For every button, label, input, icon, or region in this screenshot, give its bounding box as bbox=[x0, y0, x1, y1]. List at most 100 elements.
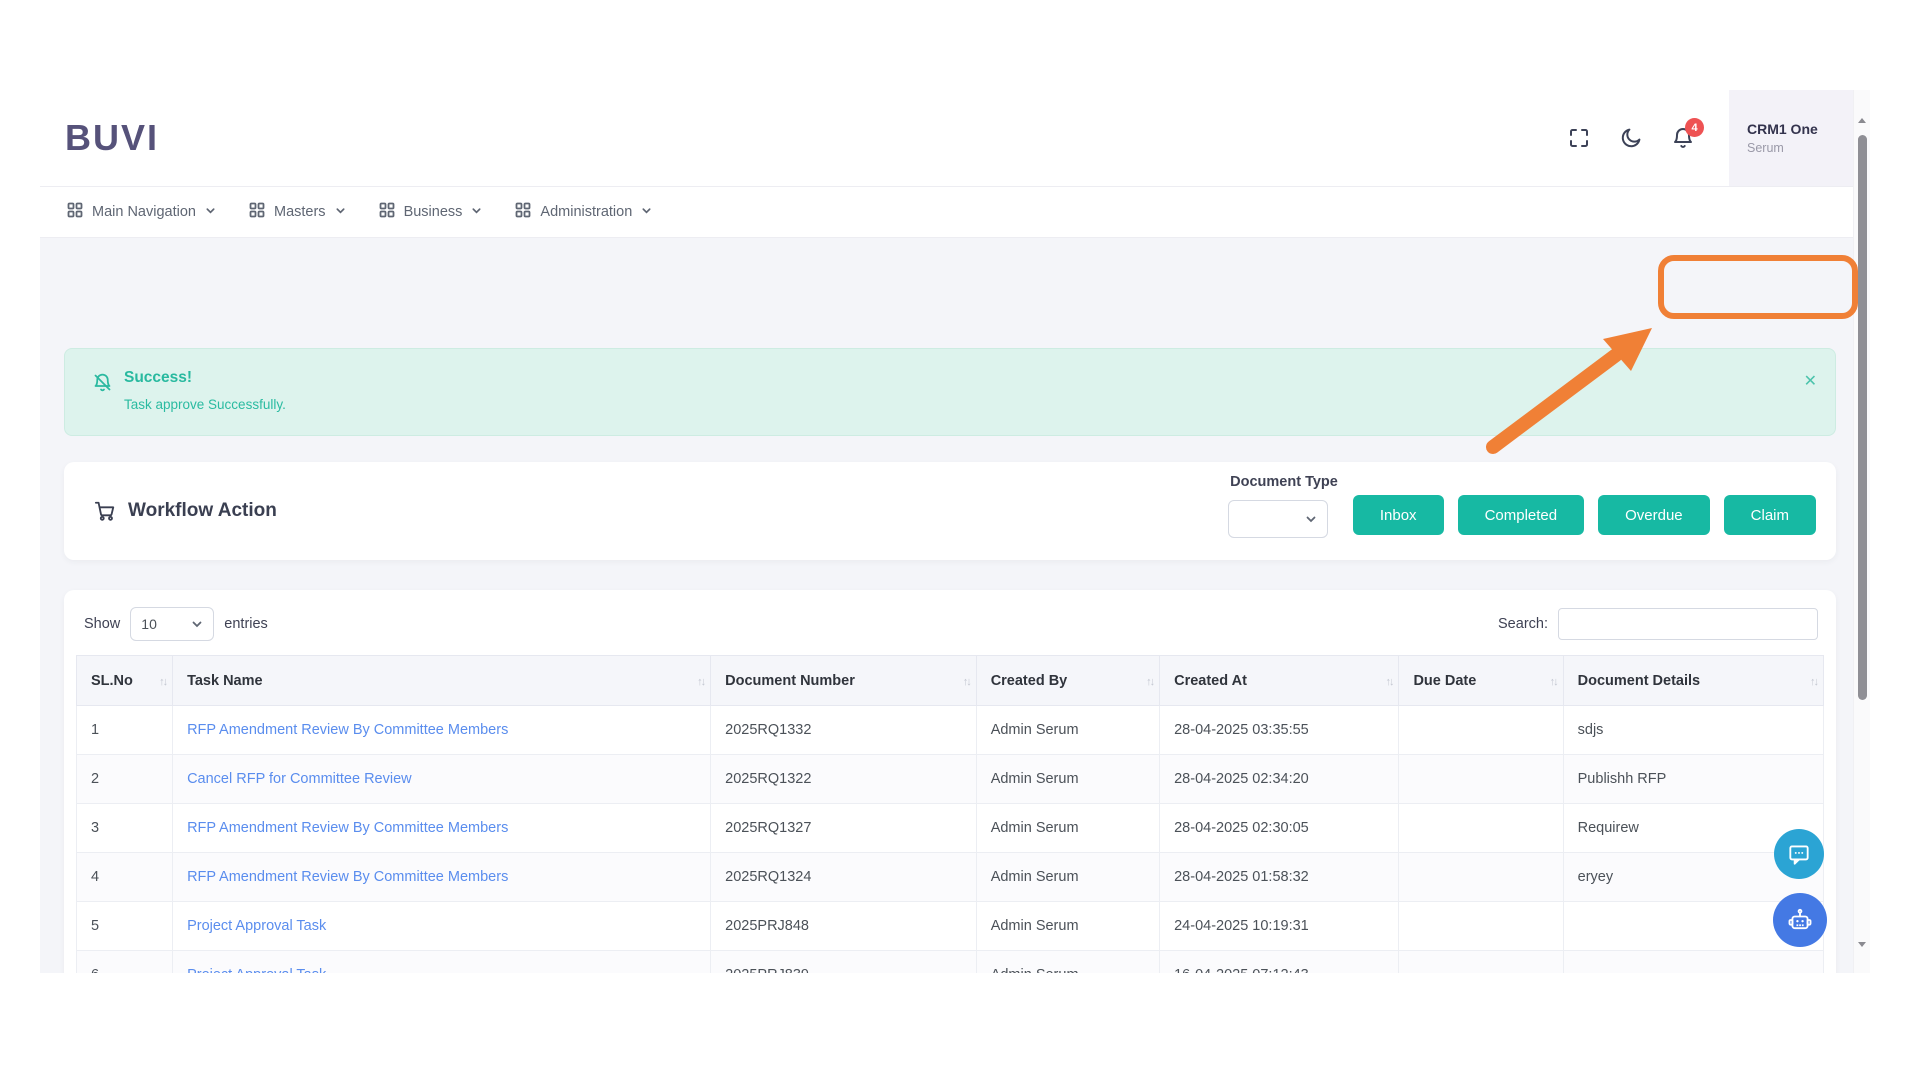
grid-icon bbox=[249, 202, 265, 222]
column-label: SL.No bbox=[91, 672, 133, 689]
table-header-row: SL.No ↑↓ Task Name ↑↓ Document Number ↑↓… bbox=[75, 655, 1825, 706]
scroll-up-icon[interactable] bbox=[1857, 116, 1867, 126]
sort-arrows-icon: ↑↓ bbox=[962, 675, 972, 688]
page-size-select[interactable]: 10 bbox=[130, 607, 215, 641]
alert-close-icon[interactable]: ✕ bbox=[1804, 371, 1817, 391]
cell-created-at: 28-04-2025 01:58:32 bbox=[1159, 852, 1400, 902]
cell-created-at: 28-04-2025 02:30:05 bbox=[1159, 803, 1400, 853]
cell-due-date bbox=[1398, 852, 1564, 902]
document-type-select[interactable] bbox=[1228, 500, 1329, 538]
page-title: Workflow Action bbox=[128, 500, 277, 521]
cell-due-date bbox=[1398, 950, 1564, 973]
page-size-value: 10 bbox=[141, 616, 157, 632]
cell-created-at: 24-04-2025 10:19:31 bbox=[1159, 901, 1400, 951]
cell-document-number: 2025PRJ848 bbox=[710, 901, 977, 951]
chevron-down-icon bbox=[471, 204, 482, 220]
notifications-bell-icon[interactable]: 4 bbox=[1671, 118, 1704, 150]
sort-arrows-icon: ↑↓ bbox=[1810, 675, 1819, 688]
task-link[interactable]: Project Approval Task bbox=[187, 918, 326, 934]
document-type-group: Document Type bbox=[1228, 474, 1338, 538]
cell-task-name: RFP Amendment Review By Committee Member… bbox=[172, 852, 712, 902]
sort-arrows-icon: ↑↓ bbox=[1549, 675, 1559, 688]
filter-button[interactable]: Overdue bbox=[1598, 495, 1710, 535]
cell-task-name: Project Approval Task bbox=[172, 950, 712, 973]
cart-icon bbox=[94, 501, 115, 521]
column-label: Document Number bbox=[725, 672, 855, 689]
nav-menu-item[interactable]: Masters bbox=[249, 202, 346, 222]
fullscreen-icon[interactable] bbox=[1567, 126, 1591, 150]
bot-fab-button[interactable] bbox=[1773, 893, 1827, 947]
task-link[interactable]: Project Approval Task bbox=[187, 967, 326, 973]
document-type-label: Document Type bbox=[1230, 474, 1338, 490]
column-label: Document Details bbox=[1577, 672, 1701, 689]
sort-arrows-icon: ↑↓ bbox=[1385, 675, 1394, 688]
filter-button[interactable]: Inbox bbox=[1352, 495, 1444, 535]
column-header[interactable]: Created At ↑↓ bbox=[1159, 655, 1400, 706]
nav-menu-item[interactable]: Business bbox=[379, 202, 483, 222]
column-header[interactable]: Due Date ↑↓ bbox=[1398, 655, 1564, 706]
cell-created-by: Admin Serum bbox=[975, 852, 1161, 902]
column-header[interactable]: Task Name ↑↓ bbox=[172, 655, 712, 706]
success-alert: Success! Task approve Successfully. ✕ bbox=[64, 348, 1836, 436]
cell-document-number: 2025RQ1332 bbox=[710, 705, 977, 755]
cell-created-by: Admin Serum bbox=[975, 754, 1161, 804]
chevron-down-icon bbox=[641, 204, 652, 220]
nav-menu-item[interactable]: Administration bbox=[515, 202, 652, 222]
filter-button[interactable]: Claim bbox=[1723, 495, 1816, 535]
column-header[interactable]: Created By ↑↓ bbox=[975, 655, 1161, 706]
task-link[interactable]: RFP Amendment Review By Committee Member… bbox=[187, 820, 508, 836]
notification-count-badge: 4 bbox=[1685, 118, 1704, 137]
scroll-down-icon[interactable] bbox=[1857, 939, 1867, 949]
cell-document-details bbox=[1562, 950, 1825, 973]
scrollbar-thumb[interactable] bbox=[1858, 135, 1867, 700]
table-wrapper: SL.No ↑↓ Task Name ↑↓ Document Number ↑↓… bbox=[64, 641, 1836, 973]
app-window: BUVI 4 CRM1 One Serum Main Navigation Ma… bbox=[40, 90, 1870, 973]
column-header[interactable]: SL.No ↑↓ bbox=[75, 655, 174, 706]
column-header[interactable]: Document Details ↑↓ bbox=[1562, 655, 1825, 706]
column-label: Created At bbox=[1174, 672, 1247, 689]
column-label: Task Name bbox=[187, 672, 263, 689]
main-nav: Main Navigation Masters Business Adminis… bbox=[40, 187, 1853, 238]
table-controls: Show 10 entries Search: bbox=[64, 590, 1836, 641]
column-header[interactable]: Document Number ↑↓ bbox=[710, 655, 977, 706]
task-link[interactable]: RFP Amendment Review By Committee Member… bbox=[187, 869, 508, 885]
alert-message: Task approve Successfully. bbox=[124, 397, 286, 412]
cell-created-by: Admin Serum bbox=[975, 803, 1161, 853]
user-menu[interactable]: CRM1 One Serum bbox=[1729, 90, 1853, 186]
sort-arrows-icon: ↑↓ bbox=[697, 675, 706, 688]
show-label: Show bbox=[84, 616, 121, 632]
filter-button[interactable]: Completed bbox=[1457, 495, 1585, 535]
task-link[interactable]: RFP Amendment Review By Committee Member… bbox=[187, 722, 508, 738]
cell-document-number: 2025RQ1327 bbox=[710, 803, 977, 853]
tasks-table: SL.No ↑↓ Task Name ↑↓ Document Number ↑↓… bbox=[75, 655, 1825, 973]
search-input[interactable] bbox=[1558, 608, 1818, 640]
cell-due-date bbox=[1398, 754, 1564, 804]
column-label: Due Date bbox=[1413, 672, 1477, 689]
grid-icon bbox=[67, 202, 83, 222]
cell-document-number: 2025RQ1324 bbox=[710, 852, 977, 902]
robot-icon bbox=[1788, 908, 1812, 930]
main-content: Success! Task approve Successfully. ✕ Wo… bbox=[40, 238, 1853, 973]
table-row: 2 Cancel RFP for Committee Review 2025RQ… bbox=[75, 754, 1825, 804]
nav-item-label: Masters bbox=[273, 204, 326, 220]
sort-arrows-icon: ↑↓ bbox=[159, 675, 168, 688]
table-row: 6 Project Approval Task 2025PRJ839 Admin… bbox=[75, 950, 1825, 973]
vertical-scrollbar[interactable] bbox=[1853, 90, 1870, 973]
cell-task-name: RFP Amendment Review By Committee Member… bbox=[172, 705, 712, 755]
bell-slash-icon bbox=[92, 372, 113, 393]
chat-fab-button[interactable] bbox=[1774, 829, 1824, 879]
cell-created-by: Admin Serum bbox=[975, 705, 1161, 755]
column-label: Created By bbox=[990, 672, 1068, 689]
cell-created-at: 28-04-2025 02:34:20 bbox=[1159, 754, 1400, 804]
cell-document-details: sdjs bbox=[1562, 705, 1825, 755]
entries-label: entries bbox=[224, 616, 268, 632]
nav-menu-item[interactable]: Main Navigation bbox=[67, 202, 216, 222]
task-link[interactable]: Cancel RFP for Committee Review bbox=[187, 771, 412, 787]
page-size-control: Show 10 entries bbox=[84, 607, 268, 641]
table-row: 1 RFP Amendment Review By Committee Memb… bbox=[75, 705, 1825, 755]
dark-mode-icon[interactable] bbox=[1619, 126, 1643, 150]
cell-document-number: 2025RQ1322 bbox=[710, 754, 977, 804]
nav-item-label: Business bbox=[403, 204, 463, 220]
table-row: 5 Project Approval Task 2025PRJ848 Admin… bbox=[75, 901, 1825, 951]
cell-created-by: Admin Serum bbox=[975, 901, 1161, 951]
